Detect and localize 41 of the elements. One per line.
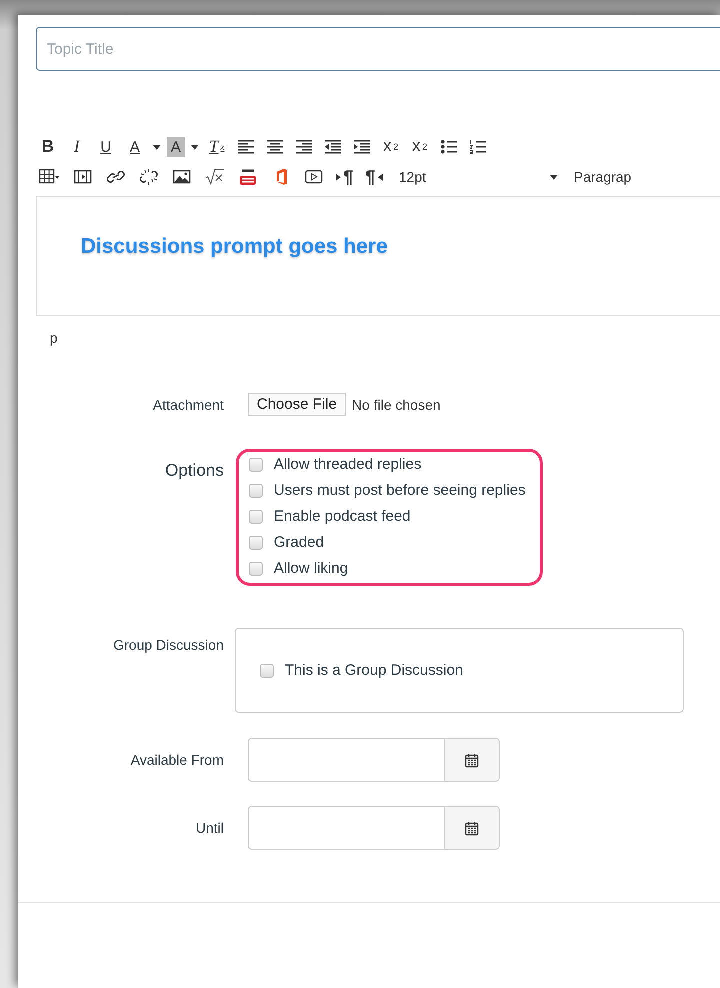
field-label: Attachment bbox=[152, 396, 224, 412]
format-button[interactable]: B bbox=[36, 135, 60, 159]
format-button[interactable]: A bbox=[167, 137, 185, 157]
date-field[interactable] bbox=[248, 806, 445, 850]
format-button[interactable]: I bbox=[65, 135, 89, 159]
checkbox-label: Allow threaded replies bbox=[274, 456, 422, 473]
checkbox-label: Graded bbox=[274, 534, 324, 551]
field-label: Group Discussion bbox=[112, 636, 224, 653]
field-label: Available From bbox=[130, 752, 224, 768]
caret-icon bbox=[550, 174, 558, 180]
field-label: Until bbox=[194, 820, 224, 836]
title-field[interactable]: Topic Title bbox=[36, 27, 720, 71]
checkbox[interactable] bbox=[249, 458, 263, 472]
checkbox[interactable] bbox=[249, 562, 263, 576]
checkbox-label: Allow liking bbox=[274, 560, 348, 577]
element-path: p bbox=[50, 330, 58, 346]
date-field[interactable] bbox=[248, 738, 445, 782]
paragraph-direction-button[interactable]: ¶ bbox=[362, 165, 386, 189]
triangle-icon bbox=[378, 174, 382, 180]
calendar-icon bbox=[465, 820, 479, 836]
date-picker-button[interactable] bbox=[445, 806, 500, 850]
checkbox[interactable] bbox=[249, 510, 263, 524]
checkbox[interactable] bbox=[260, 664, 274, 678]
checkbox-label: Users must post before seeing replies bbox=[274, 482, 526, 499]
checkbox[interactable] bbox=[249, 536, 263, 550]
paragraph-direction-button[interactable]: ¶ bbox=[333, 165, 357, 189]
format-button[interactable]: U bbox=[94, 135, 118, 159]
calendar-icon bbox=[465, 752, 479, 768]
block-format-dropdown[interactable]: Paragrap bbox=[566, 165, 635, 189]
field-label: Options bbox=[164, 460, 224, 481]
checkbox[interactable] bbox=[249, 484, 263, 498]
prompt-text: Discussions prompt goes here bbox=[81, 235, 388, 259]
checkbox-label: Enable podcast feed bbox=[274, 508, 411, 525]
checkbox-label: This is a Group Discussion bbox=[285, 662, 464, 679]
date-picker-button[interactable] bbox=[445, 738, 500, 782]
file-status: No file chosen bbox=[352, 396, 441, 412]
format-button[interactable]: A bbox=[123, 135, 147, 159]
triangle-icon bbox=[336, 174, 342, 180]
choose-file-button[interactable]: Choose File bbox=[248, 393, 346, 416]
editor-area[interactable]: Discussions prompt goes here bbox=[36, 196, 720, 316]
font-size-dropdown[interactable]: 12pt bbox=[391, 165, 561, 189]
